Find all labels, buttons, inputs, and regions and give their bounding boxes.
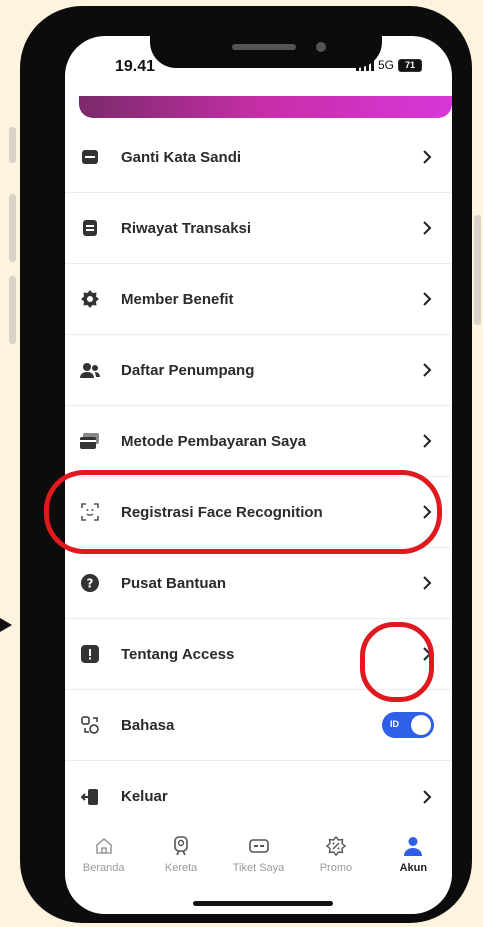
menu-item-registrasi-face-recognition[interactable]: Registrasi Face Recognition [65, 477, 452, 548]
tab-label: Promo [319, 862, 353, 874]
language-toggle-label: ID [390, 719, 399, 729]
chevron-right-icon [420, 434, 434, 448]
toggle-knob [411, 715, 431, 735]
side-button [474, 215, 481, 325]
tab-kereta[interactable]: Kereta [142, 826, 219, 888]
phone-frame: 19.41 5G 71 Ganti Kata Sandi Riwayat Tra… [20, 6, 472, 923]
account-icon [401, 834, 425, 858]
tab-promo[interactable]: Promo [297, 826, 374, 888]
chevron-right-icon [420, 221, 434, 235]
chevron-right-icon [420, 292, 434, 306]
speaker [232, 44, 296, 50]
menu-item-metode-pembayaran[interactable]: Metode Pembayaran Saya [65, 406, 452, 477]
tab-label: Akun [399, 862, 428, 874]
profile-banner [79, 96, 452, 118]
screen: 19.41 5G 71 Ganti Kata Sandi Riwayat Tra… [65, 36, 452, 914]
svg-text:?: ? [87, 577, 94, 591]
notch [150, 14, 382, 68]
side-button [9, 276, 16, 344]
menu-item-label: Keluar [121, 788, 168, 805]
home-indicator [193, 901, 333, 906]
battery-icon: 71 [398, 58, 422, 72]
network-label: 5G [377, 58, 394, 72]
tab-label: Beranda [82, 862, 125, 874]
menu-item-pusat-bantuan[interactable]: ? Pusat Bantuan [65, 548, 452, 619]
menu-item-daftar-penumpang[interactable]: Daftar Penumpang [65, 335, 452, 406]
language-icon [79, 714, 101, 736]
tab-label: Tiket Saya [232, 862, 285, 874]
menu-item-riwayat-transaksi[interactable]: Riwayat Transaksi [65, 193, 452, 264]
menu-item-tentang-access[interactable]: Tentang Access [65, 619, 452, 690]
menu-item-label: Ganti Kata Sandi [121, 148, 242, 166]
tab-label: Kereta [164, 862, 198, 874]
tab-tiket-saya[interactable]: Tiket Saya [220, 826, 297, 888]
chevron-right-icon [420, 150, 434, 164]
info-icon [79, 643, 101, 665]
home-icon [92, 834, 116, 858]
side-button [9, 127, 16, 163]
tab-beranda[interactable]: Beranda [65, 826, 142, 888]
side-button [9, 194, 16, 262]
menu-item-ganti-kata-sandi[interactable]: Ganti Kata Sandi [65, 122, 452, 193]
language-toggle[interactable]: ID [382, 712, 434, 738]
bottom-tab-bar: Beranda Kereta Tiket Saya Promo Akun [65, 826, 452, 888]
chevron-right-icon [420, 576, 434, 590]
people-icon [79, 359, 101, 381]
menu-item-label: Pusat Bantuan [121, 574, 227, 592]
help-icon: ? [79, 572, 101, 594]
pointer-arrow [0, 618, 12, 632]
menu-item-label: Bahasa [121, 716, 175, 734]
menu-item-label: Registrasi Face Recognition [121, 503, 323, 521]
menu-item-member-benefit[interactable]: Member Benefit [65, 264, 452, 335]
menu-item-label: Member Benefit [121, 290, 234, 308]
promo-icon [324, 834, 348, 858]
key-icon [79, 146, 101, 168]
camera [316, 42, 326, 52]
account-menu: Ganti Kata Sandi Riwayat Transaksi Membe… [65, 122, 452, 832]
status-time: 19.41 [115, 58, 156, 75]
menu-item-label: Riwayat Transaksi [121, 219, 252, 237]
chevron-right-icon [420, 789, 434, 804]
chevron-right-icon [420, 647, 434, 661]
badge-icon [79, 288, 101, 310]
menu-item-label: Daftar Penumpang [121, 361, 255, 379]
chevron-right-icon [420, 363, 434, 377]
menu-item-label: Metode Pembayaran Saya [121, 432, 307, 450]
menu-item-label: Tentang Access [121, 645, 235, 663]
menu-item-keluar[interactable]: Keluar [65, 761, 452, 832]
ticket-icon [247, 834, 271, 858]
train-icon [169, 834, 193, 858]
logout-icon [79, 786, 101, 808]
tab-akun[interactable]: Akun [375, 826, 452, 888]
document-icon [79, 217, 101, 239]
chevron-right-icon [420, 505, 434, 519]
face-scan-icon [79, 501, 101, 523]
card-icon [79, 430, 101, 452]
menu-item-bahasa[interactable]: Bahasa ID [65, 690, 452, 761]
